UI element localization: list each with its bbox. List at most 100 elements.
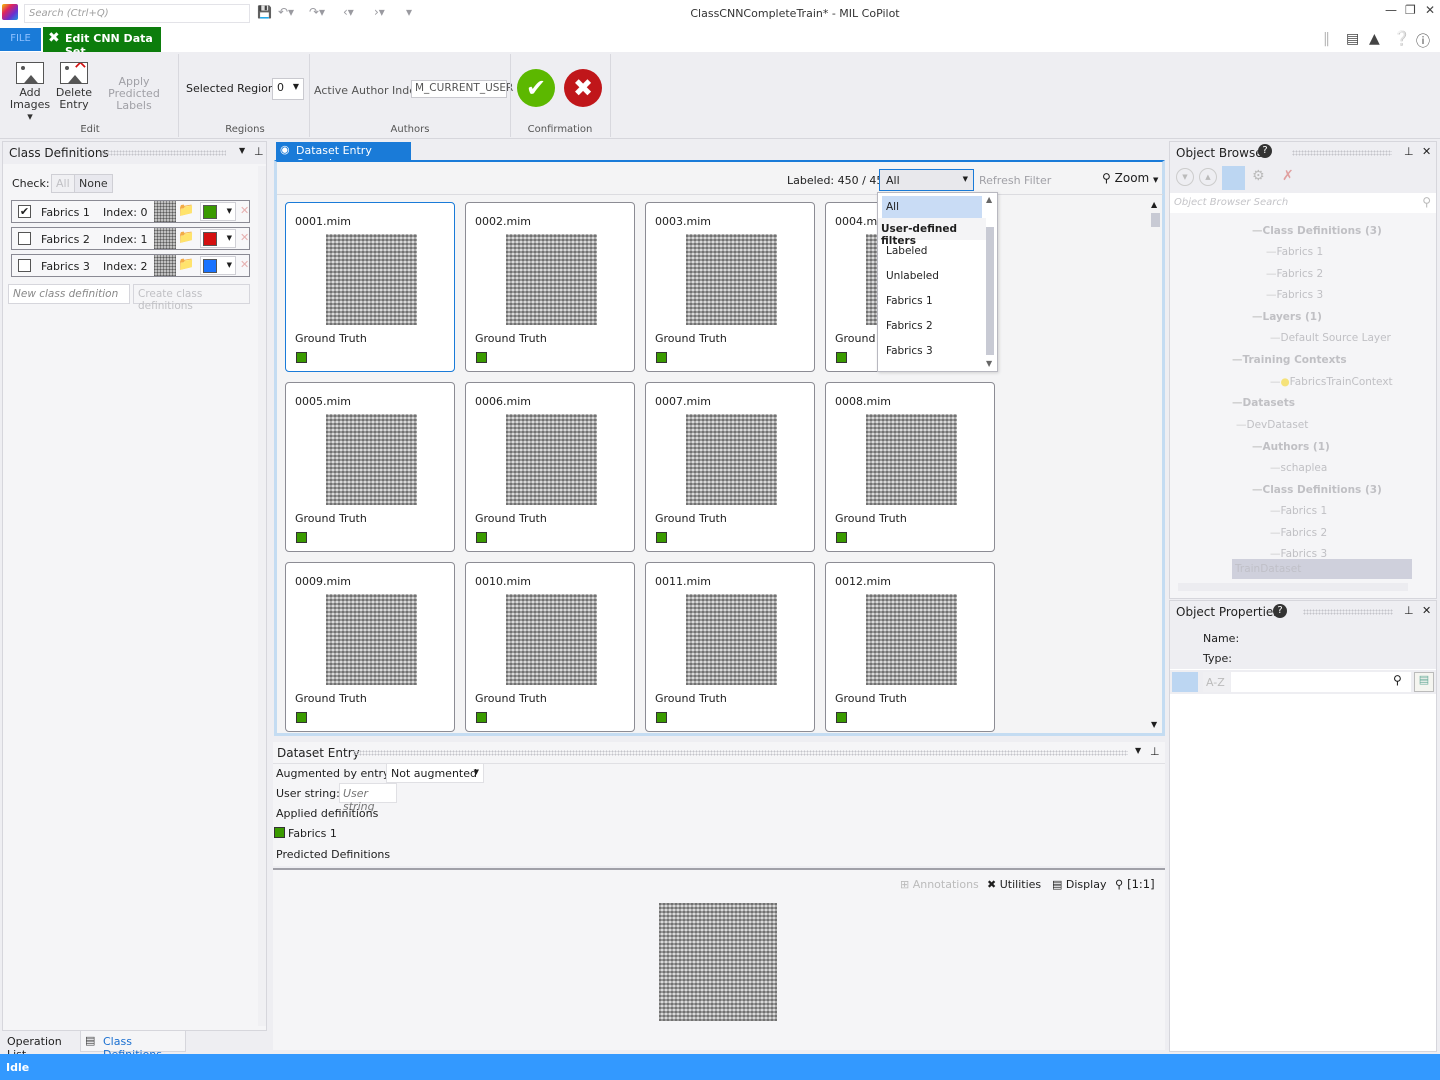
close-icon[interactable]: ✕ [1425, 3, 1435, 17]
author-index-input[interactable]: M_CURRENT_USER [411, 80, 513, 98]
drag-grip[interactable] [101, 150, 226, 156]
close-icon[interactable]: ✕ [1422, 604, 1431, 617]
scroll-down-icon[interactable]: ▼ [986, 359, 992, 368]
apply-predicted-labels-button[interactable]: Apply Predicted Labels [94, 76, 174, 112]
cancel-button[interactable]: ✖ [564, 69, 602, 107]
preview-image[interactable] [659, 903, 777, 1021]
dataset-entry-card[interactable]: 0001.mim Ground Truth [285, 202, 455, 372]
class-definition-row[interactable]: Fabrics 3 Index: 2 📁 ▼ ✕ [11, 254, 250, 277]
selected-region-select[interactable]: 0 ▼ [272, 78, 304, 100]
tab-file[interactable]: FILE [0, 28, 41, 51]
help-icon[interactable]: ? [1273, 604, 1287, 618]
scroll-thumb[interactable] [986, 227, 994, 355]
search-icon[interactable]: ⚲ [1422, 195, 1431, 209]
pin-icon[interactable]: ⊥ [254, 145, 264, 158]
tree-item[interactable]: —schaplea [1270, 462, 1327, 474]
tab-edit-cnn-data-set[interactable]: ✖Edit CNN Data Set [43, 27, 161, 58]
properties-search-input[interactable] [1231, 672, 1411, 692]
pin-icon[interactable]: ⊥ [1404, 604, 1414, 617]
tree-item[interactable]: —Fabrics 3 [1266, 289, 1323, 301]
display-button[interactable]: ▤ Display [1052, 878, 1106, 891]
object-browser-search-input[interactable]: Object Browser Search ⚲ [1170, 193, 1436, 213]
scroll-up-icon[interactable]: ▲ [1151, 200, 1157, 209]
dataset-entry-card[interactable]: 0010.mim Ground Truth [465, 562, 635, 732]
dataset-entry-card[interactable]: 0002.mim Ground Truth [465, 202, 635, 372]
delete-class-icon[interactable]: ✕ [240, 204, 249, 217]
class-color-select[interactable]: ▼ [200, 202, 236, 221]
panel-menu-icon[interactable]: ▼ [1135, 746, 1141, 755]
tree-item[interactable]: —DevDataset [1236, 419, 1308, 431]
delete-entry-button[interactable]: ✕ Delete Entry [55, 62, 93, 111]
tree-item[interactable]: —Fabrics 2 [1266, 268, 1323, 280]
drag-grip[interactable] [1303, 609, 1393, 615]
help-icon[interactable]: ❔ [1393, 31, 1410, 47]
class-color-select[interactable]: ▼ [200, 256, 236, 275]
folder-add-icon[interactable]: 📁 [178, 203, 194, 218]
tree-item-train-dataset[interactable]: TrainDataset [1235, 563, 1301, 575]
delete-class-icon[interactable]: ✕ [240, 258, 249, 271]
dataset-entry-card[interactable]: 0008.mim Ground Truth [825, 382, 995, 552]
augmented-select[interactable]: Not augmented ▼ [386, 763, 484, 783]
minimize-icon[interactable]: — [1385, 3, 1397, 17]
dataset-entry-card[interactable]: 0003.mim Ground Truth [645, 202, 815, 372]
help-icon[interactable]: ? [1258, 144, 1272, 158]
dataset-entry-card[interactable]: 0007.mim Ground Truth [645, 382, 815, 552]
utilities-button[interactable]: ✖ Utilities [987, 878, 1041, 891]
drag-grip[interactable] [353, 750, 1128, 756]
tree-item[interactable]: —●FabricsTrainContext [1270, 376, 1393, 388]
tree-item[interactable]: —Layers (1) [1252, 311, 1322, 323]
scroll-down-icon[interactable]: ▼ [1151, 720, 1157, 729]
dataset-entry-card[interactable]: 0006.mim Ground Truth [465, 382, 635, 552]
class-definition-row[interactable]: Fabrics 2 Index: 1 📁 ▼ ✕ [11, 227, 250, 250]
tree-item[interactable]: —Training Contexts [1232, 354, 1347, 366]
categorized-icon[interactable] [1172, 672, 1198, 692]
folder-add-icon[interactable]: 📁 [178, 257, 194, 272]
graduation-cap-icon[interactable]: ▲ [1369, 31, 1380, 47]
dropdown-option[interactable]: Fabrics 2 [882, 315, 982, 337]
close-icon[interactable]: ✕ [1422, 145, 1431, 158]
expand-down-icon[interactable]: ▼ [1176, 168, 1194, 186]
class-checkbox[interactable] [18, 232, 31, 245]
sliders-icon[interactable]: ‖ [1323, 31, 1330, 47]
scroll-thumb[interactable] [1151, 213, 1160, 227]
dataset-entry-card[interactable]: 0009.mim Ground Truth [285, 562, 455, 732]
filter-select[interactable]: All ▼ [879, 169, 974, 191]
add-images-button[interactable]: Add Images ▾ [6, 62, 54, 123]
dataset-entry-card[interactable]: 0011.mim Ground Truth [645, 562, 815, 732]
create-class-definitions-button[interactable]: Create class definitions [133, 284, 250, 312]
dropdown-option[interactable]: All [882, 196, 982, 218]
refresh-filter-button[interactable]: Refresh Filter [979, 174, 1051, 187]
tree-item[interactable]: —Class Definitions (3) [1252, 484, 1382, 496]
panel-menu-icon[interactable]: ▼ [239, 146, 245, 155]
class-color-select[interactable]: ▼ [200, 229, 236, 248]
class-checkbox[interactable]: ✔ [18, 205, 31, 218]
tab-dataset-entry-overview[interactable]: ◉Dataset Entry Overview [276, 142, 411, 170]
folder-add-icon[interactable]: 📁 [178, 230, 194, 245]
dropdown-option[interactable]: Fabrics 3 [882, 340, 982, 362]
scroll-up-icon[interactable]: ▲ [986, 195, 992, 204]
pin-icon[interactable]: ⊥ [1150, 745, 1160, 758]
tree-item[interactable]: —Fabrics 1 [1270, 505, 1327, 517]
class-checkbox[interactable] [18, 259, 31, 272]
tree-item[interactable]: —Fabrics 1 [1266, 246, 1323, 258]
sort-az-button[interactable]: A-Z [1203, 672, 1230, 692]
collapse-up-icon[interactable]: ▲ [1199, 168, 1217, 186]
info-icon[interactable]: ⓘ [1416, 31, 1430, 51]
dataset-entry-card[interactable]: 0005.mim Ground Truth [285, 382, 455, 552]
check-none-button[interactable]: None [74, 174, 113, 193]
tab-class-definitions[interactable]: ▤Class Definitions [80, 1031, 186, 1061]
scrollbar[interactable] [258, 166, 266, 1026]
dataset-entry-card[interactable]: 0012.mim Ground Truth [825, 562, 995, 732]
tree-item[interactable]: —Authors (1) [1252, 441, 1330, 453]
user-string-input[interactable]: User string [339, 783, 397, 813]
collapse-all-icon[interactable] [1222, 166, 1245, 190]
feedback-icon[interactable]: ▤ [1346, 31, 1359, 47]
new-class-definition-input[interactable]: New class definition [8, 284, 130, 304]
scrollbar[interactable]: ▲ ▼ [1150, 200, 1162, 730]
tree-item[interactable]: —Class Definitions (3) [1252, 225, 1382, 237]
search-icon[interactable]: ⚲ [1393, 673, 1402, 687]
pin-icon[interactable]: ⊥ [1404, 145, 1414, 158]
property-pages-icon[interactable]: ▤ [1414, 672, 1434, 692]
tree-item[interactable]: —Datasets [1232, 397, 1295, 409]
annotations-button[interactable]: ⊞ Annotations [900, 878, 979, 891]
